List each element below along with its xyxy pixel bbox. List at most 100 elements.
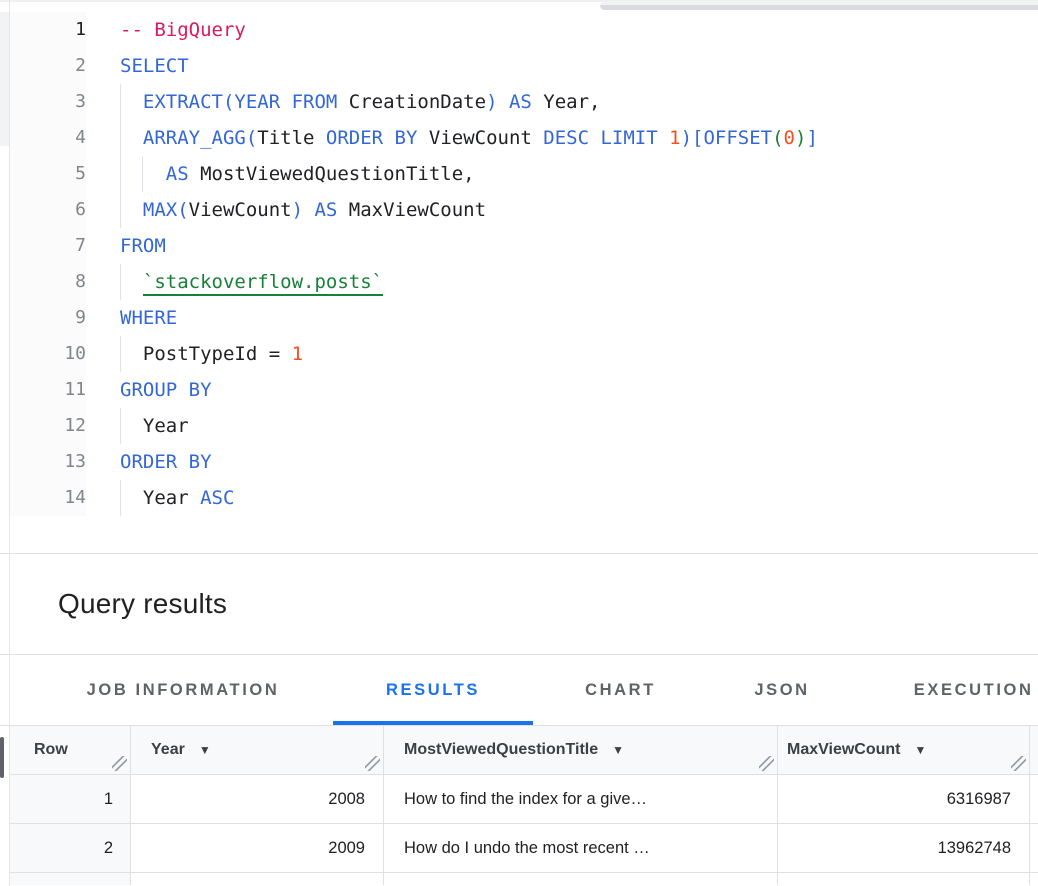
- code-text: Year ASC: [120, 480, 234, 516]
- line-number: 13: [10, 444, 86, 480]
- line-number: 7: [10, 228, 86, 264]
- horizontal-scrollbar-thumb[interactable]: [600, 1, 1038, 10]
- syntax-token: [120, 271, 143, 293]
- tab-execution-details[interactable]: EXECUTION DETAILS: [856, 655, 1038, 725]
- code-line[interactable]: 10 PostTypeId = 1: [10, 336, 1038, 372]
- code-line[interactable]: 5 AS MostViewedQuestionTitle,: [10, 156, 1038, 192]
- code-text: -- BigQuery: [120, 12, 246, 48]
- cell-value: 1: [104, 790, 113, 809]
- syntax-token: )[OFFSET: [681, 127, 773, 149]
- tab-label: JOB INFORMATION: [87, 681, 280, 700]
- syntax-token: MAX(: [120, 199, 189, 221]
- column-resize-grip-icon[interactable]: [112, 756, 127, 771]
- syntax-token: Year: [120, 415, 189, 437]
- syntax-token: ORDER BY: [120, 451, 212, 473]
- indent-guide-icon: [120, 120, 121, 156]
- editor-left-rail: [0, 12, 9, 146]
- syntax-token: ) AS: [486, 91, 543, 113]
- row-number-cell: 1: [10, 775, 131, 823]
- data-cell: How to find the index for a give…: [384, 775, 778, 823]
- syntax-token: ARRAY_AGG(: [120, 127, 257, 149]
- column-header-label: Year: [151, 741, 185, 759]
- column-header-mostviewedquestiontitle[interactable]: MostViewedQuestionTitle ▼: [384, 726, 778, 774]
- sort-dropdown-icon[interactable]: ▼: [612, 743, 624, 757]
- table-row: 22009How do I undo the most recent …1396…: [10, 824, 1038, 873]
- code-line[interactable]: 8 `stackoverflow.posts`: [10, 264, 1038, 300]
- code-line[interactable]: 1 -- BigQuery: [10, 12, 1038, 48]
- code-text: GROUP BY: [120, 372, 212, 408]
- syntax-token: 0: [784, 127, 795, 149]
- line-number: 6: [10, 192, 86, 228]
- line-number: 5: [10, 156, 86, 192]
- query-results-header: Query results: [0, 553, 1038, 654]
- column-header-row[interactable]: Row: [10, 726, 131, 774]
- indent-guide-icon: [120, 156, 121, 192]
- syntax-token: MostViewedQuestionTitle,: [200, 163, 475, 185]
- code-line[interactable]: 4 ARRAY_AGG(Title ORDER BY ViewCount DES…: [10, 120, 1038, 156]
- code-text: SELECT: [120, 48, 189, 84]
- tab-json[interactable]: JSON: [708, 655, 856, 725]
- syntax-token: Year,: [543, 91, 600, 113]
- syntax-token: 1: [669, 127, 680, 149]
- tab-label: RESULTS: [386, 681, 480, 700]
- indent-guide-icon: [120, 192, 121, 228]
- column-resize-grip-icon[interactable]: [365, 756, 380, 771]
- column-header-label: MaxViewCount: [787, 741, 901, 759]
- line-number: 1: [10, 12, 86, 48]
- cell-value: How to find the index for a give…: [404, 790, 647, 809]
- code-line[interactable]: 7FROM: [10, 228, 1038, 264]
- table-row-partial: [10, 873, 1038, 885]
- table-row: 12008How to find the index for a give…63…: [10, 775, 1038, 824]
- tab-label: JSON: [754, 681, 809, 700]
- sort-dropdown-icon[interactable]: ▼: [915, 743, 927, 757]
- cell-value: 6316987: [947, 790, 1011, 809]
- data-cell: 13962748: [778, 824, 1030, 872]
- code-text: ARRAY_AGG(Title ORDER BY ViewCount DESC …: [120, 120, 818, 156]
- cell-value: 2009: [328, 839, 365, 858]
- syntax-token: ]: [806, 127, 817, 149]
- code-line[interactable]: 11 GROUP BY: [10, 372, 1038, 408]
- data-cell-overflow: [1030, 873, 1038, 885]
- data-cell: 6316987: [778, 775, 1030, 823]
- column-header-overflow: [1030, 726, 1038, 774]
- indent-guide-icon: [120, 84, 121, 120]
- vertical-scrollbar-thumb[interactable]: [0, 737, 4, 778]
- column-resize-grip-icon[interactable]: [1011, 756, 1026, 771]
- indent-guide-icon: [142, 156, 143, 192]
- column-resize-grip-icon[interactable]: [759, 756, 774, 771]
- code-line[interactable]: 14 Year ASC: [10, 480, 1038, 516]
- code-line[interactable]: 12 Year: [10, 408, 1038, 444]
- tab-chart[interactable]: CHART: [533, 655, 708, 725]
- syntax-token: PostTypeId =: [120, 343, 292, 365]
- line-number: 11: [10, 372, 86, 408]
- code-line[interactable]: 9WHERE: [10, 300, 1038, 336]
- syntax-token: MaxViewCount: [349, 199, 486, 221]
- syntax-token: WHERE: [120, 307, 177, 329]
- code-text: `stackoverflow.posts`: [120, 264, 383, 300]
- sql-editor[interactable]: 1 -- BigQuery 2 SELECT3 EXTRACT(YEAR FROM C…: [10, 12, 1038, 516]
- data-cell: [778, 873, 1030, 885]
- sort-dropdown-icon[interactable]: ▼: [199, 743, 211, 757]
- code-line[interactable]: 2 SELECT: [10, 48, 1038, 84]
- code-line[interactable]: 13 ORDER BY: [10, 444, 1038, 480]
- code-line[interactable]: 6 MAX(ViewCount) AS MaxViewCount: [10, 192, 1038, 228]
- code-text: ORDER BY: [120, 444, 212, 480]
- column-header-label: MostViewedQuestionTitle: [404, 741, 598, 759]
- syntax-token: ): [795, 127, 806, 149]
- syntax-token: (: [772, 127, 783, 149]
- tab-job-information[interactable]: JOB INFORMATION: [33, 655, 333, 725]
- indent-guide-icon: [120, 264, 121, 300]
- tab-label: EXECUTION DETAILS: [914, 681, 1038, 700]
- data-cell: [131, 873, 384, 885]
- syntax-token: ASC: [200, 487, 234, 509]
- line-number: 2: [10, 48, 86, 84]
- column-header-year[interactable]: Year ▼: [131, 726, 384, 774]
- line-number: 10: [10, 336, 86, 372]
- column-header-maxviewcount[interactable]: MaxViewCount ▼: [778, 726, 1030, 774]
- code-text: Year: [120, 408, 189, 444]
- indent-guide-icon: [120, 480, 121, 516]
- column-header-label: Row: [34, 741, 68, 759]
- tab-results[interactable]: RESULTS: [333, 655, 533, 725]
- code-line[interactable]: 3 EXTRACT(YEAR FROM CreationDate) AS Yea…: [10, 84, 1038, 120]
- cell-value: How do I undo the most recent …: [404, 839, 650, 858]
